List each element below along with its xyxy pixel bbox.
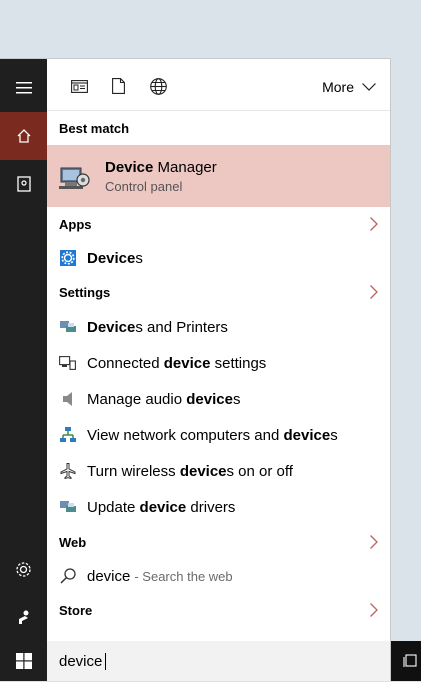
chevron-right-icon (370, 217, 378, 231)
home-button[interactable] (0, 112, 47, 160)
section-web[interactable]: Web (47, 525, 390, 559)
section-header-best-match: Best match (59, 120, 130, 136)
list-item-label: Devices and Printers (87, 318, 228, 336)
section-header-store: Store (59, 602, 93, 618)
more-filters-dropdown[interactable]: More (322, 79, 376, 95)
web-query: device (87, 567, 131, 585)
best-match-result[interactable]: Device Manager Control panel (47, 145, 390, 207)
start-search-panel: More Best match Device Manager Control p… (0, 58, 391, 681)
list-item-label: Turn wireless devices on or off (87, 462, 293, 480)
list-item-connected-device-settings[interactable]: Connected device settings (47, 345, 390, 381)
list-item-manage-audio-devices[interactable]: Manage audio devices (47, 381, 390, 417)
connected-devices-icon (59, 355, 76, 372)
list-item-devices-and-printers[interactable]: Devices and Printers (47, 309, 390, 345)
section-header-web: Web (59, 534, 87, 550)
home-icon (17, 129, 30, 143)
list-item-label: Devices (87, 249, 143, 267)
web-search-suffix: - Search the web (134, 568, 233, 584)
windows-logo-icon (15, 652, 32, 669)
notebook-icon (16, 176, 31, 192)
gear-icon (16, 561, 31, 577)
list-item-label: Connected device settings (87, 354, 267, 372)
network-icon (59, 427, 76, 444)
notebook-button[interactable] (0, 160, 47, 208)
globe-icon (149, 77, 167, 95)
list-item-turn-wireless-devices[interactable]: Turn wireless devices on or off (47, 453, 390, 489)
list-item-label: View network computers and devices (87, 426, 338, 444)
best-match-title: Device Manager (105, 158, 217, 176)
hamburger-menu-button[interactable] (0, 64, 47, 112)
chevron-down-icon (362, 83, 376, 91)
web-filter-button[interactable] (148, 76, 168, 96)
chevron-right-icon (370, 535, 378, 549)
documents-filter-button[interactable] (108, 76, 128, 96)
task-view-icon (403, 654, 417, 667)
feedback-button[interactable] (0, 593, 47, 641)
section-store[interactable]: Store (47, 593, 390, 627)
best-match-subtitle: Control panel (105, 178, 183, 194)
list-item-devices-app[interactable]: Devices (47, 241, 390, 275)
chevron-right-icon (370, 285, 378, 299)
hamburger-icon (15, 82, 32, 94)
list-item-label: Update device drivers (87, 498, 236, 516)
best-match-text: Device Manager Control panel (105, 159, 217, 194)
driver-icon (59, 499, 76, 516)
section-header-settings: Settings (59, 284, 111, 300)
chevron-right-icon (370, 603, 378, 617)
search-icon (59, 568, 76, 585)
list-item-update-device-drivers[interactable]: Update device drivers (47, 489, 390, 525)
more-label: More (322, 79, 354, 95)
section-settings[interactable]: Settings (47, 275, 390, 309)
airplane-icon (59, 463, 76, 480)
feedback-person-icon (18, 610, 28, 624)
speaker-icon (59, 391, 76, 408)
app-window-icon (70, 79, 88, 93)
device-manager-icon (59, 167, 90, 189)
text-caret (105, 652, 107, 670)
list-item-view-network-computers[interactable]: View network computers and devices (47, 417, 390, 453)
printer-icon (59, 319, 76, 336)
devices-gear-icon (59, 250, 76, 267)
list-item-label: Manage audio devices (87, 390, 241, 408)
list-item-web-search[interactable]: device - Search the web (47, 559, 390, 593)
apps-filter-button[interactable] (69, 76, 89, 96)
windows-start-button[interactable] (0, 639, 47, 682)
search-results: Best match Device Manager Control panel … (47, 111, 390, 627)
document-icon (111, 78, 125, 94)
section-apps[interactable]: Apps (47, 207, 390, 241)
section-best-match: Best match (47, 111, 390, 145)
settings-button[interactable] (0, 545, 47, 593)
left-rail (0, 59, 47, 681)
section-header-apps: Apps (59, 216, 92, 232)
search-input-value: device (59, 652, 103, 670)
filter-toolbar: More (47, 59, 390, 111)
search-input[interactable]: device (47, 641, 390, 681)
taskbar-task-view-area[interactable] (391, 641, 421, 681)
